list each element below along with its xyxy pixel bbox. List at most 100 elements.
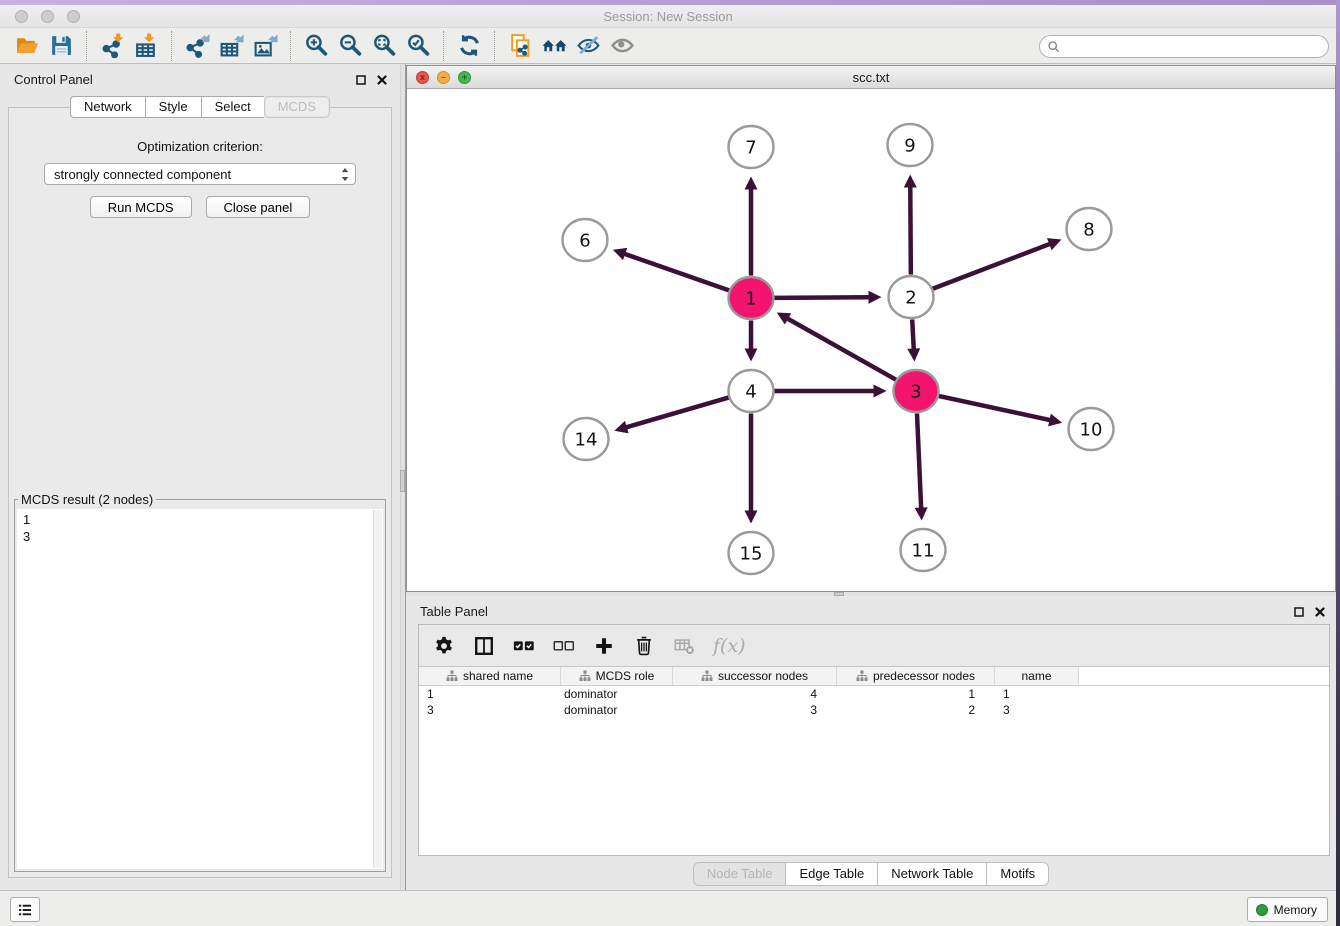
- import-table-icon[interactable]: [129, 31, 163, 61]
- graph-node-1[interactable]: 1: [729, 277, 774, 319]
- graph-node-14[interactable]: 14: [564, 418, 609, 460]
- tab-network-table[interactable]: Network Table: [878, 862, 987, 886]
- export-network-icon[interactable]: [180, 31, 214, 61]
- graph-node-15[interactable]: 15: [729, 532, 774, 574]
- graph-node-10[interactable]: 10: [1069, 408, 1114, 450]
- refresh-icon[interactable]: [452, 31, 486, 61]
- close-panel-button[interactable]: Close panel: [206, 196, 311, 218]
- import-network-icon[interactable]: [95, 31, 129, 61]
- network-window-titlebar[interactable]: x – + scc.txt: [407, 66, 1335, 89]
- column-header-MCDS-role[interactable]: MCDS role: [561, 667, 673, 685]
- memory-button[interactable]: Memory: [1247, 897, 1328, 922]
- folder-open-icon[interactable]: [10, 31, 44, 61]
- graph-edge-1-7[interactable]: [745, 177, 758, 276]
- graph-edge-3-1[interactable]: [777, 312, 897, 379]
- session-title: Session: New Session: [0, 9, 1336, 24]
- columns-icon[interactable]: [473, 635, 495, 657]
- graph-edge-1-4[interactable]: [745, 321, 758, 362]
- select-all-icon[interactable]: [513, 635, 535, 657]
- graph-node-6[interactable]: 6: [563, 219, 608, 261]
- network-canvas[interactable]: 7 9 6 8 1 2 4 3 14 10 15 11: [407, 89, 1335, 591]
- column-header-label: shared name: [463, 669, 533, 683]
- tab-select[interactable]: Select: [201, 96, 264, 118]
- tab-node-table[interactable]: Node Table: [693, 862, 787, 886]
- graph-edge-1-2[interactable]: [773, 291, 881, 304]
- eye-slash-icon[interactable]: [571, 31, 605, 61]
- graph-node-9[interactable]: 9: [888, 124, 933, 166]
- graph-edge-1-6[interactable]: [613, 248, 730, 291]
- graph-edge-2-9[interactable]: [904, 174, 917, 274]
- tab-motifs[interactable]: Motifs: [987, 862, 1049, 886]
- table-row[interactable]: 1dominator411: [419, 686, 1329, 702]
- task-history-button[interactable]: [10, 897, 40, 922]
- close-panel-icon[interactable]: [376, 73, 388, 91]
- graph-node-11[interactable]: 11: [901, 529, 946, 571]
- table-row[interactable]: 3dominator323: [419, 702, 1329, 718]
- table-cell: 1: [837, 686, 995, 702]
- duplicate-network-icon[interactable]: [503, 31, 537, 61]
- graph-node-3[interactable]: 3: [894, 370, 939, 412]
- svg-text:7: 7: [745, 138, 756, 159]
- column-header-name[interactable]: name: [995, 667, 1079, 685]
- add-icon[interactable]: [593, 635, 615, 657]
- zoom-out-icon[interactable]: [333, 31, 367, 61]
- tab-mcds[interactable]: MCDS: [264, 96, 330, 118]
- column-header-shared-name[interactable]: shared name: [419, 667, 561, 685]
- graph-edge-4-14[interactable]: [614, 397, 729, 433]
- mcds-result-list[interactable]: 1 3: [17, 509, 383, 869]
- graph-edge-2-3[interactable]: [907, 319, 920, 361]
- graph-edge-2-8[interactable]: [932, 238, 1061, 289]
- graph-node-7[interactable]: 7: [729, 126, 774, 168]
- tab-network[interactable]: Network: [70, 96, 145, 118]
- optimization-criterion-label: Optimization criterion:: [9, 139, 391, 154]
- graph-edge-4-15[interactable]: [745, 414, 758, 524]
- graph-edge-4-3[interactable]: [774, 385, 887, 398]
- table-panel-title: Table Panel: [420, 604, 488, 619]
- float-panel-icon[interactable]: [355, 73, 367, 91]
- criterion-dropdown[interactable]: strongly connected component: [44, 163, 356, 185]
- toolbar-separator: [443, 31, 444, 61]
- close-panel-icon[interactable]: [1314, 605, 1326, 623]
- houses-icon[interactable]: [537, 31, 571, 61]
- run-mcds-button[interactable]: Run MCDS: [90, 196, 192, 218]
- export-image-icon[interactable]: [248, 31, 282, 61]
- tab-edge-table[interactable]: Edge Table: [786, 862, 878, 886]
- column-header-successor-nodes[interactable]: successor nodes: [673, 667, 837, 685]
- status-bar: Memory: [0, 890, 1336, 926]
- search-input[interactable]: [1066, 37, 1320, 56]
- hierarchy-icon: [856, 670, 868, 682]
- table-cell: 3: [673, 702, 837, 718]
- zoom-in-icon[interactable]: [299, 31, 333, 61]
- function-icon: f(x): [713, 635, 746, 657]
- table-cell: 4: [673, 686, 837, 702]
- float-panel-icon[interactable]: [1293, 605, 1305, 623]
- result-scrollbar[interactable]: [373, 510, 382, 868]
- tab-style[interactable]: Style: [145, 96, 201, 118]
- graph-node-8[interactable]: 8: [1067, 208, 1112, 250]
- column-header-label: MCDS role: [596, 669, 655, 683]
- graph-edge-3-10[interactable]: [938, 396, 1062, 427]
- column-header-predecessor-nodes[interactable]: predecessor nodes: [837, 667, 995, 685]
- deselect-all-icon[interactable]: [553, 635, 575, 657]
- save-icon[interactable]: [44, 31, 78, 61]
- splitter-grip[interactable]: [400, 470, 405, 492]
- toolbar-separator: [290, 31, 291, 61]
- zoom-fit-icon[interactable]: [367, 31, 401, 61]
- criterion-value: strongly connected component: [54, 167, 231, 182]
- mcds-result-title: MCDS result (2 nodes): [18, 492, 156, 507]
- graph-node-2[interactable]: 2: [889, 276, 934, 318]
- svg-text:10: 10: [1080, 420, 1103, 441]
- export-table-icon[interactable]: [214, 31, 248, 61]
- network-view-window: x – + scc.txt 7 9 6 8 1 2 4 3 14 10 15 11: [406, 65, 1336, 592]
- network-graph[interactable]: 7 9 6 8 1 2 4 3 14 10 15 11: [407, 89, 1335, 592]
- svg-text:3: 3: [910, 382, 921, 403]
- trash-icon[interactable]: [633, 635, 655, 657]
- gear-icon[interactable]: [433, 635, 455, 657]
- graph-edge-3-11[interactable]: [915, 413, 928, 520]
- toolbar-separator: [494, 31, 495, 61]
- table-body: 1dominator4113dominator323: [419, 686, 1329, 718]
- graph-node-4[interactable]: 4: [729, 370, 774, 412]
- svg-text:8: 8: [1083, 220, 1094, 241]
- control-panel-title: Control Panel: [14, 72, 93, 87]
- zoom-selected-icon[interactable]: [401, 31, 435, 61]
